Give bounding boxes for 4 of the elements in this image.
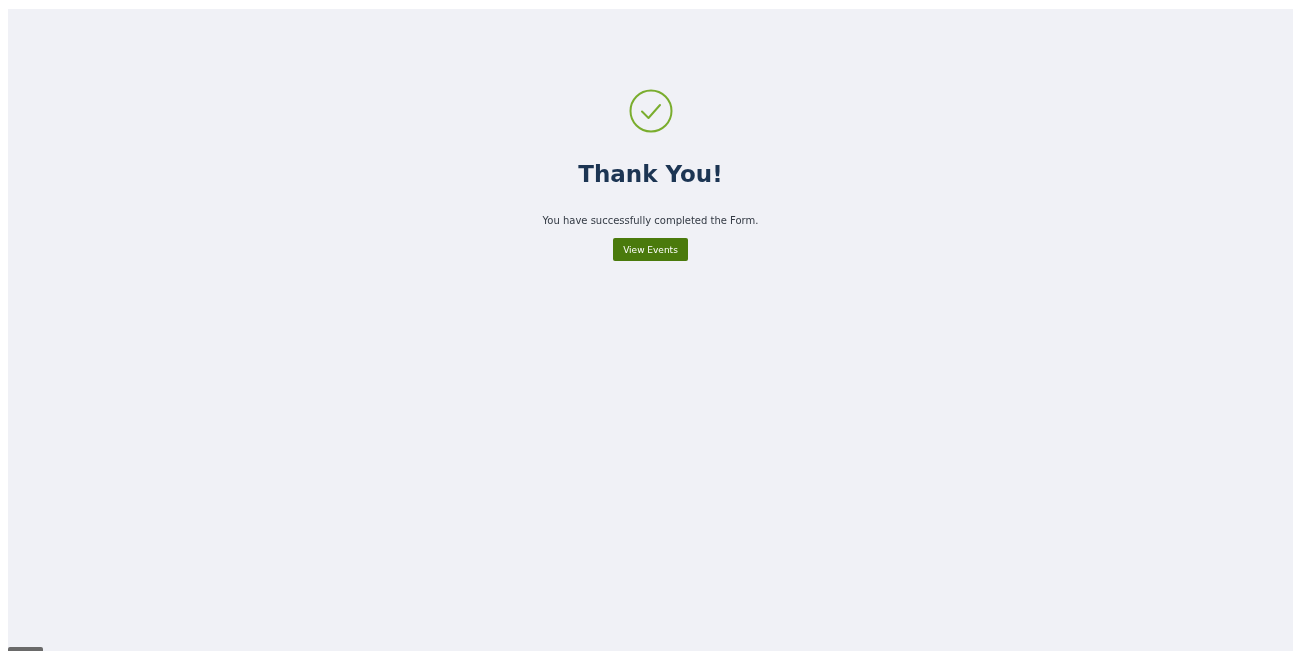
check-circle-icon — [628, 89, 673, 133]
thank-you-heading: Thank You! — [578, 161, 723, 187]
success-message: You have successfully completed the Form. — [542, 215, 759, 226]
view-events-button[interactable]: View Events — [613, 238, 688, 261]
